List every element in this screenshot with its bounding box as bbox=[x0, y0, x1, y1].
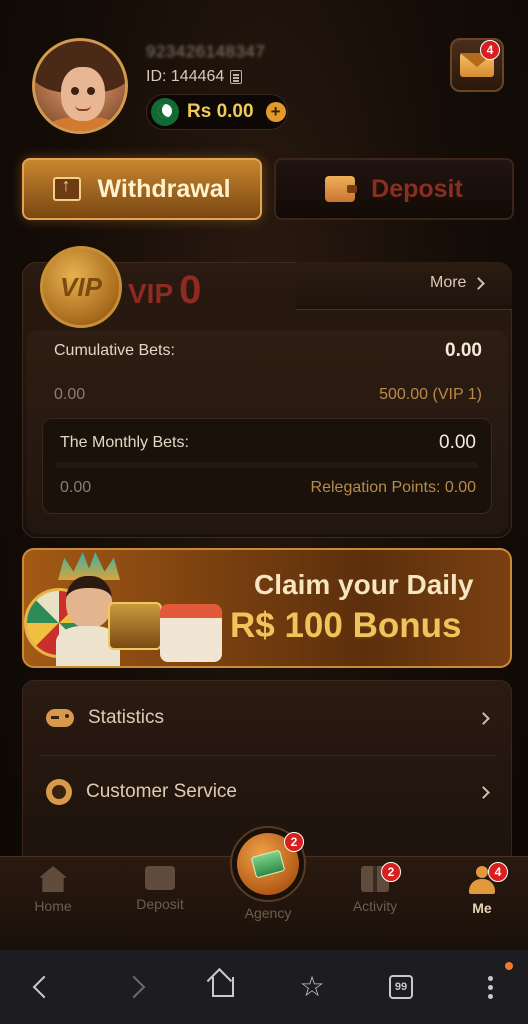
phone-number: 923426148347 bbox=[146, 42, 266, 61]
wallet-icon bbox=[145, 866, 175, 890]
agency-badge: 2 bbox=[284, 832, 304, 852]
deposit-button[interactable]: Deposit bbox=[274, 158, 514, 220]
nav-activity-label: Activity bbox=[352, 898, 398, 914]
deposit-label: Deposit bbox=[371, 174, 463, 203]
star-icon: ☆ bbox=[299, 971, 325, 1002]
menu-item-statistics[interactable]: Statistics bbox=[22, 681, 512, 755]
vip-level-number: 0 bbox=[179, 268, 202, 312]
browser-back-button[interactable] bbox=[14, 950, 74, 1024]
cumulative-bets-label: Cumulative Bets: bbox=[54, 342, 175, 359]
chevron-right-icon bbox=[477, 785, 490, 799]
nav-me[interactable]: Me bbox=[442, 866, 522, 916]
monthly-progress-bar bbox=[56, 462, 478, 468]
cumulative-bets-min: 0.00 bbox=[54, 386, 86, 403]
treasure-chest-icon bbox=[108, 602, 162, 650]
me-badge: 4 bbox=[488, 862, 508, 882]
customer-service-label: Customer Service bbox=[86, 781, 237, 802]
statistics-label: Statistics bbox=[88, 707, 165, 728]
add-funds-button[interactable]: + bbox=[265, 102, 286, 122]
nav-deposit[interactable]: Deposit bbox=[120, 866, 200, 912]
avatar-face bbox=[61, 67, 105, 121]
chevron-right-icon bbox=[472, 276, 486, 290]
browser-home-button[interactable] bbox=[193, 950, 253, 1024]
calendar-icon bbox=[160, 604, 222, 662]
copy-icon[interactable] bbox=[230, 70, 243, 84]
vip-coin-icon: VIP bbox=[40, 246, 122, 328]
banner-title: Claim your Daily bbox=[254, 569, 474, 600]
avatar[interactable] bbox=[32, 38, 128, 134]
home-icon bbox=[39, 866, 67, 892]
pakistan-flag-icon bbox=[151, 98, 179, 126]
withdraw-icon bbox=[53, 175, 82, 201]
balance-amount: Rs 0.00 bbox=[187, 101, 254, 122]
home-icon bbox=[212, 977, 234, 997]
vip-coin-text: VIP bbox=[60, 271, 102, 302]
withdrawal-button[interactable]: Withdrawal bbox=[22, 158, 262, 220]
withdrawal-label: Withdrawal bbox=[97, 174, 231, 203]
money-icon bbox=[250, 849, 286, 879]
headset-icon bbox=[46, 779, 72, 805]
balance-pill: Rs 0.00 + bbox=[146, 94, 288, 130]
monthly-bets-min: 0.00 bbox=[60, 479, 92, 496]
cumulative-bets-target: 500.00 (VIP 1) bbox=[379, 386, 482, 403]
relegation-points: Relegation Points: 0.00 bbox=[310, 479, 476, 496]
user-id: ID: 144464 bbox=[146, 68, 243, 86]
browser-tabs-button[interactable]: 99 bbox=[371, 950, 431, 1024]
browser-menu-button[interactable] bbox=[460, 950, 520, 1024]
browser-toolbar: ☆ 99 bbox=[0, 950, 528, 1024]
wallet-icon bbox=[325, 176, 358, 202]
monthly-bets-label: The Monthly Bets: bbox=[60, 434, 189, 451]
more-link[interactable]: More bbox=[430, 274, 486, 292]
chevron-right-icon bbox=[477, 711, 490, 725]
gamepad-icon bbox=[46, 709, 74, 727]
banner-amount: R$ 100 Bonus bbox=[230, 606, 462, 645]
nav-activity[interactable]: Activity bbox=[335, 866, 415, 914]
browser-forward-button[interactable] bbox=[104, 950, 164, 1024]
user-id-text: ID: 144464 bbox=[146, 68, 225, 85]
nav-me-label: Me bbox=[472, 900, 492, 916]
notification-dot bbox=[505, 962, 513, 970]
cumulative-bets-value: 0.00 bbox=[445, 340, 482, 361]
nav-home[interactable]: Home bbox=[13, 866, 93, 914]
browser-bookmarks-button[interactable]: ☆ bbox=[282, 950, 342, 1024]
avatar-eye-right bbox=[87, 87, 95, 95]
menu-item-customer-service[interactable]: Customer Service bbox=[22, 755, 512, 829]
more-vertical-icon bbox=[487, 984, 493, 990]
tabs-icon: 99 bbox=[389, 975, 413, 999]
chevron-right-icon bbox=[122, 975, 146, 999]
activity-badge: 2 bbox=[381, 862, 401, 882]
nav-agency-label: Agency bbox=[244, 905, 292, 921]
nav-deposit-label: Deposit bbox=[136, 896, 184, 912]
avatar-eye-left bbox=[71, 87, 79, 95]
mail-badge: 4 bbox=[480, 40, 500, 60]
monthly-bets-value: 0.00 bbox=[439, 432, 476, 453]
goddess-image bbox=[66, 576, 112, 628]
chevron-left-icon bbox=[32, 975, 56, 999]
vip-level: VIP 0 bbox=[128, 268, 201, 313]
more-label: More bbox=[430, 274, 467, 291]
nav-home-label: Home bbox=[34, 898, 72, 914]
vip-label-text: VIP bbox=[128, 278, 174, 309]
